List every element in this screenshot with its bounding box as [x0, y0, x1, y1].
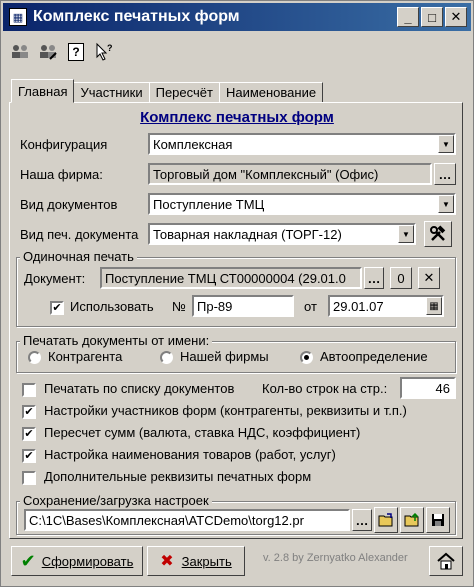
print-by-list-label: Печатать по списку документов: [44, 381, 235, 396]
chevron-down-icon[interactable]: ▼: [438, 135, 454, 153]
date-label: от: [304, 299, 317, 314]
print-by-list-checkbox[interactable]: [22, 383, 36, 397]
printtype-select[interactable]: Товарная накладная (ТОРГ-12) ▼: [148, 223, 416, 245]
document-label: Документ:: [24, 271, 86, 286]
document-field[interactable]: Поступление ТМЦ СТ00000004 (29.01.0: [100, 267, 362, 289]
date-field[interactable]: 29.01.07 ▦: [328, 295, 444, 317]
users-icon[interactable]: [7, 39, 33, 65]
settings-browse-button[interactable]: …: [352, 509, 372, 531]
check-icon: ✔: [20, 550, 36, 571]
generate-label: Сформировать: [41, 553, 134, 569]
printtype-value: Товарная накладная (ТОРГ-12): [153, 226, 342, 242]
title-bar[interactable]: ▦ Комплекс печатных форм _ □ ✕: [3, 3, 471, 31]
firm-value: Торговый дом "Комплексный" (Офис): [153, 166, 379, 182]
radio-our-firm-label: Нашей фирмы: [180, 349, 269, 364]
svg-text:?: ?: [107, 43, 113, 53]
firm-label: Наша фирма:: [20, 167, 103, 182]
settings-path-value: C:\1C\Bases\Комплексная\ATCDemo\torg12.p…: [29, 512, 304, 528]
users-edit-icon[interactable]: [35, 39, 61, 65]
close-label: Закрыть: [181, 553, 232, 569]
printtype-label: Вид печ. документа: [20, 227, 139, 242]
firm-browse-button[interactable]: …: [434, 163, 456, 185]
window-title: Комплекс печатных форм: [33, 8, 240, 25]
config-value: Комплексная: [153, 136, 233, 152]
doctype-select[interactable]: Поступление ТМЦ ▼: [148, 193, 456, 215]
participants-label: Настройки участников форм (контрагенты, …: [44, 403, 407, 418]
main-window: ▦ Комплекс печатных форм _ □ ✕ ? ? Главн…: [0, 0, 474, 587]
version-text: v. 2.8 by Zernyatko Alexander: [263, 552, 408, 564]
radio-counterparty-label: Контрагента: [48, 349, 123, 364]
generate-button[interactable]: ✔ Сформировать: [11, 546, 143, 576]
app-icon: ▦: [9, 8, 27, 26]
radio-auto-label: Автоопределение: [320, 349, 428, 364]
tab-participants[interactable]: Участники: [73, 82, 150, 103]
use-checkbox[interactable]: ✔: [50, 301, 64, 315]
load-file-icon[interactable]: [400, 507, 424, 533]
chevron-down-icon[interactable]: ▼: [438, 195, 454, 213]
extra-checkbox[interactable]: [22, 471, 36, 485]
rows-field[interactable]: 46: [400, 377, 456, 399]
naming-label: Настройка наименования товаров (работ, у…: [44, 447, 336, 462]
document-browse-button[interactable]: …: [364, 267, 384, 289]
radio-auto[interactable]: [300, 351, 313, 364]
help-icon[interactable]: ?: [63, 39, 89, 65]
number-label: №: [172, 299, 186, 314]
chevron-down-icon[interactable]: ▼: [398, 225, 414, 243]
config-label: Конфигурация: [20, 137, 108, 152]
participants-checkbox[interactable]: ✔: [22, 405, 36, 419]
doctype-label: Вид документов: [20, 197, 118, 212]
tab-bar: Главная Участники Пересчёт Наименование: [11, 79, 324, 103]
print-from-title: Печатать документы от имени:: [20, 333, 213, 348]
tab-naming[interactable]: Наименование: [218, 82, 324, 103]
maximize-button[interactable]: □: [421, 7, 443, 27]
tab-panel-main: Комплекс печатных форм Конфигурация Комп…: [9, 102, 463, 539]
settings-path-field[interactable]: C:\1C\Bases\Комплексная\ATCDemo\torg12.p…: [24, 509, 350, 531]
help-glyph: ?: [68, 43, 84, 61]
radio-our-firm[interactable]: [160, 351, 173, 364]
document-value: Поступление ТМЦ СТ00000004 (29.01.0: [105, 270, 346, 286]
date-value: 29.01.07: [333, 298, 384, 314]
number-field[interactable]: Пр-89: [192, 295, 294, 317]
calendar-icon[interactable]: ▦: [426, 297, 442, 315]
config-select[interactable]: Комплексная ▼: [148, 133, 456, 155]
recalc-label: Пересчет сумм (валюта, ставка НДС, коэфф…: [44, 425, 361, 440]
home-icon[interactable]: [429, 546, 463, 576]
tab-main[interactable]: Главная: [11, 79, 75, 103]
number-value: Пр-89: [197, 298, 233, 314]
recalc-checkbox[interactable]: ✔: [22, 427, 36, 441]
rows-value: 46: [435, 380, 450, 396]
radio-selected-dot: [304, 355, 309, 360]
cross-icon: ✖: [160, 553, 174, 570]
use-label: Использовать: [70, 299, 154, 314]
tools-icon[interactable]: [424, 221, 452, 247]
save-disk-icon[interactable]: [426, 507, 450, 533]
toolbar: ? ?: [7, 37, 119, 67]
open-folder-icon[interactable]: [374, 507, 398, 533]
single-print-title: Одиночная печать: [20, 249, 137, 264]
close-window-button[interactable]: ✕: [445, 7, 467, 27]
context-help-icon[interactable]: ?: [91, 39, 117, 65]
minimize-button[interactable]: _: [397, 7, 419, 27]
document-zero-button[interactable]: 0: [390, 267, 412, 289]
extra-label: Дополнительные реквизиты печатных форм: [44, 469, 312, 484]
rows-label: Кол-во строк на стр.:: [262, 381, 388, 396]
close-button[interactable]: ✖ Закрыть: [147, 546, 245, 576]
doctype-value: Поступление ТМЦ: [153, 196, 265, 212]
panel-heading: Комплекс печатных форм: [140, 109, 334, 126]
settings-io-title: Сохранение/загрузка настроек: [20, 493, 212, 508]
radio-counterparty[interactable]: [28, 351, 41, 364]
document-clear-button[interactable]: ✕: [418, 267, 440, 289]
firm-field[interactable]: Торговый дом "Комплексный" (Офис): [148, 163, 432, 185]
naming-checkbox[interactable]: ✔: [22, 449, 36, 463]
tab-recalc[interactable]: Пересчёт: [148, 82, 220, 103]
